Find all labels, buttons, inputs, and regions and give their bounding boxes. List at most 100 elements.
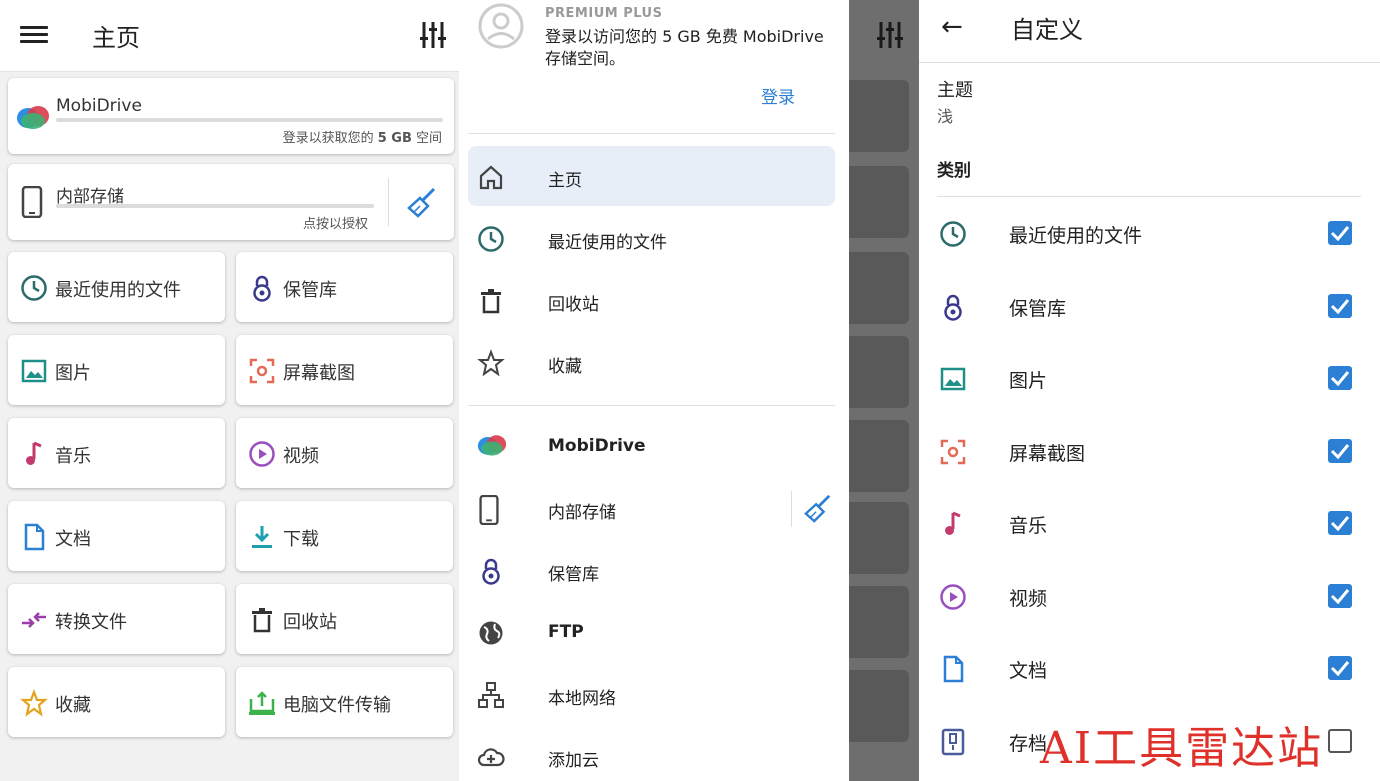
- home-tile-label: 音乐: [55, 446, 91, 467]
- home-tile[interactable]: 电脑文件传输: [236, 667, 453, 737]
- divider: [468, 405, 835, 406]
- home-tile[interactable]: 屏幕截图: [236, 335, 453, 405]
- home-tile[interactable]: 保管库: [236, 252, 453, 322]
- star-outline-icon: [477, 349, 505, 377]
- clock-icon: [939, 220, 967, 248]
- navigation-drawer: PREMIUM PLUS 登录以访问您的 5 GB 免费 MobiDrive 存…: [459, 0, 849, 781]
- home-tile-label: 最近使用的文件: [55, 280, 181, 301]
- drawer-item-label: 内部存储: [548, 503, 616, 523]
- divider: [468, 133, 835, 134]
- drawer-item-label: FTP: [548, 622, 584, 642]
- category-checkbox[interactable]: [1328, 366, 1352, 390]
- category-row[interactable]: 文档: [919, 633, 1380, 705]
- back-arrow-icon[interactable]: ←: [941, 12, 963, 42]
- watermark-brand-text: AI工具雷达站: [1040, 723, 1324, 774]
- screenshot-icon: [248, 357, 276, 385]
- category-label: 音乐: [1009, 515, 1048, 537]
- dim-card: [849, 586, 909, 658]
- home-tile-label: 转换文件: [55, 612, 127, 633]
- document-icon: [20, 523, 48, 551]
- broom-clean-icon[interactable]: [406, 186, 438, 218]
- home-tile[interactable]: 回收站: [236, 584, 453, 654]
- mobidrive-card[interactable]: MobiDrive 登录以获取您的 5 GB 空间: [8, 78, 454, 154]
- category-row[interactable]: 音乐: [919, 488, 1380, 560]
- home-screen: 主页 MobiDrive 登录以获取您的 5 GB 空间 内部存储 点按以授权 …: [0, 0, 459, 781]
- clock-icon: [477, 225, 505, 253]
- drawer-item[interactable]: 本地网络: [459, 665, 849, 725]
- drawer-item-label: MobiDrive: [548, 436, 646, 456]
- tune-settings-icon[interactable]: [420, 20, 446, 50]
- internal-storage-card[interactable]: 内部存储 点按以授权: [8, 164, 454, 240]
- pc-transfer-icon: [248, 689, 276, 717]
- home-tile[interactable]: 视频: [236, 418, 453, 488]
- play-circle-icon: [939, 583, 967, 611]
- star-icon: [19, 688, 49, 717]
- category-row[interactable]: 屏幕截图: [919, 416, 1380, 488]
- mobidrive-usage-bar: [56, 118, 443, 122]
- drawer-item-label: 收藏: [548, 357, 582, 377]
- home-tile[interactable]: 最近使用的文件: [8, 252, 225, 322]
- home-tile[interactable]: 音乐: [8, 418, 225, 488]
- category-checkbox[interactable]: [1328, 656, 1352, 680]
- screenshot-icon: [939, 438, 967, 466]
- account-avatar-icon[interactable]: [477, 2, 525, 50]
- dimmed-home-edge: [849, 0, 919, 781]
- dim-card: [849, 502, 909, 574]
- drawer-item[interactable]: 最近使用的文件: [459, 209, 849, 269]
- internal-subtitle: 点按以授权: [303, 217, 369, 232]
- broom-clean-icon[interactable]: [803, 493, 833, 523]
- category-checkbox[interactable]: [1328, 438, 1352, 463]
- network-icon: [477, 681, 505, 709]
- internal-usage-bar: [56, 204, 374, 208]
- home-tile[interactable]: 转换文件: [8, 584, 225, 654]
- home-tile-label: 文档: [55, 529, 91, 550]
- category-row[interactable]: 最近使用的文件: [919, 198, 1380, 270]
- dim-card: [849, 80, 909, 152]
- trash-icon: [248, 606, 276, 634]
- mobidrive-logo-icon: [477, 433, 507, 461]
- home-tile-label: 收藏: [55, 695, 91, 716]
- home-tile-label: 屏幕截图: [283, 363, 355, 384]
- drawer-item-label: 回收站: [548, 295, 599, 315]
- drawer-item[interactable]: 收藏: [459, 333, 849, 393]
- drawer-item[interactable]: 添加云: [459, 727, 849, 781]
- vault-lock-icon: [477, 557, 505, 585]
- subtitle-suffix: 空间: [411, 131, 442, 146]
- category-checkbox[interactable]: [1328, 728, 1352, 753]
- theme-setting-label[interactable]: 主题: [937, 76, 973, 102]
- category-checkbox[interactable]: [1328, 221, 1352, 245]
- category-section-header: 类别: [937, 161, 971, 181]
- drawer-item[interactable]: FTP: [459, 603, 849, 663]
- category-row[interactable]: 视频: [919, 561, 1380, 633]
- category-row[interactable]: 保管库: [919, 271, 1380, 343]
- drawer-item[interactable]: 回收站: [459, 271, 849, 331]
- drawer-item[interactable]: 主页: [459, 147, 849, 207]
- category-label: 屏幕截图: [1009, 442, 1086, 465]
- category-checkbox[interactable]: [1328, 583, 1352, 608]
- drawer-signin-message: 登录以访问您的 5 GB 免费 MobiDrive 存储空间。: [545, 27, 824, 68]
- home-tile[interactable]: 图片: [8, 335, 225, 405]
- dim-card: [849, 252, 909, 324]
- drawer-item-label: 添加云: [548, 751, 599, 771]
- dim-card: [849, 336, 909, 408]
- drawer-item[interactable]: 内部存储: [459, 479, 849, 539]
- category-checkbox[interactable]: [1328, 511, 1352, 535]
- image-icon: [939, 365, 967, 393]
- subtitle-size: 5 GB: [377, 131, 412, 146]
- category-checkbox[interactable]: [1328, 293, 1352, 318]
- hamburger-menu-icon[interactable]: [20, 22, 48, 48]
- category-row[interactable]: 图片: [919, 343, 1380, 415]
- home-tile-label: 电脑文件传输: [283, 695, 391, 716]
- phone-icon: [21, 186, 43, 218]
- home-tile-label: 保管库: [283, 280, 337, 301]
- mobidrive-subtitle: 登录以获取您的 5 GB 空间: [283, 127, 442, 146]
- drawer-item[interactable]: 保管库: [459, 541, 849, 601]
- drawer-item-label: 本地网络: [548, 689, 616, 709]
- login-button[interactable]: 登录: [761, 83, 795, 108]
- drawer-item[interactable]: MobiDrive: [459, 417, 849, 477]
- home-tile[interactable]: 下载: [236, 501, 453, 571]
- home-tile-label: 回收站: [283, 612, 337, 633]
- drawer-item-label: 主页: [548, 171, 582, 191]
- home-tile[interactable]: 收藏: [8, 667, 225, 737]
- home-tile[interactable]: 文档: [8, 501, 225, 571]
